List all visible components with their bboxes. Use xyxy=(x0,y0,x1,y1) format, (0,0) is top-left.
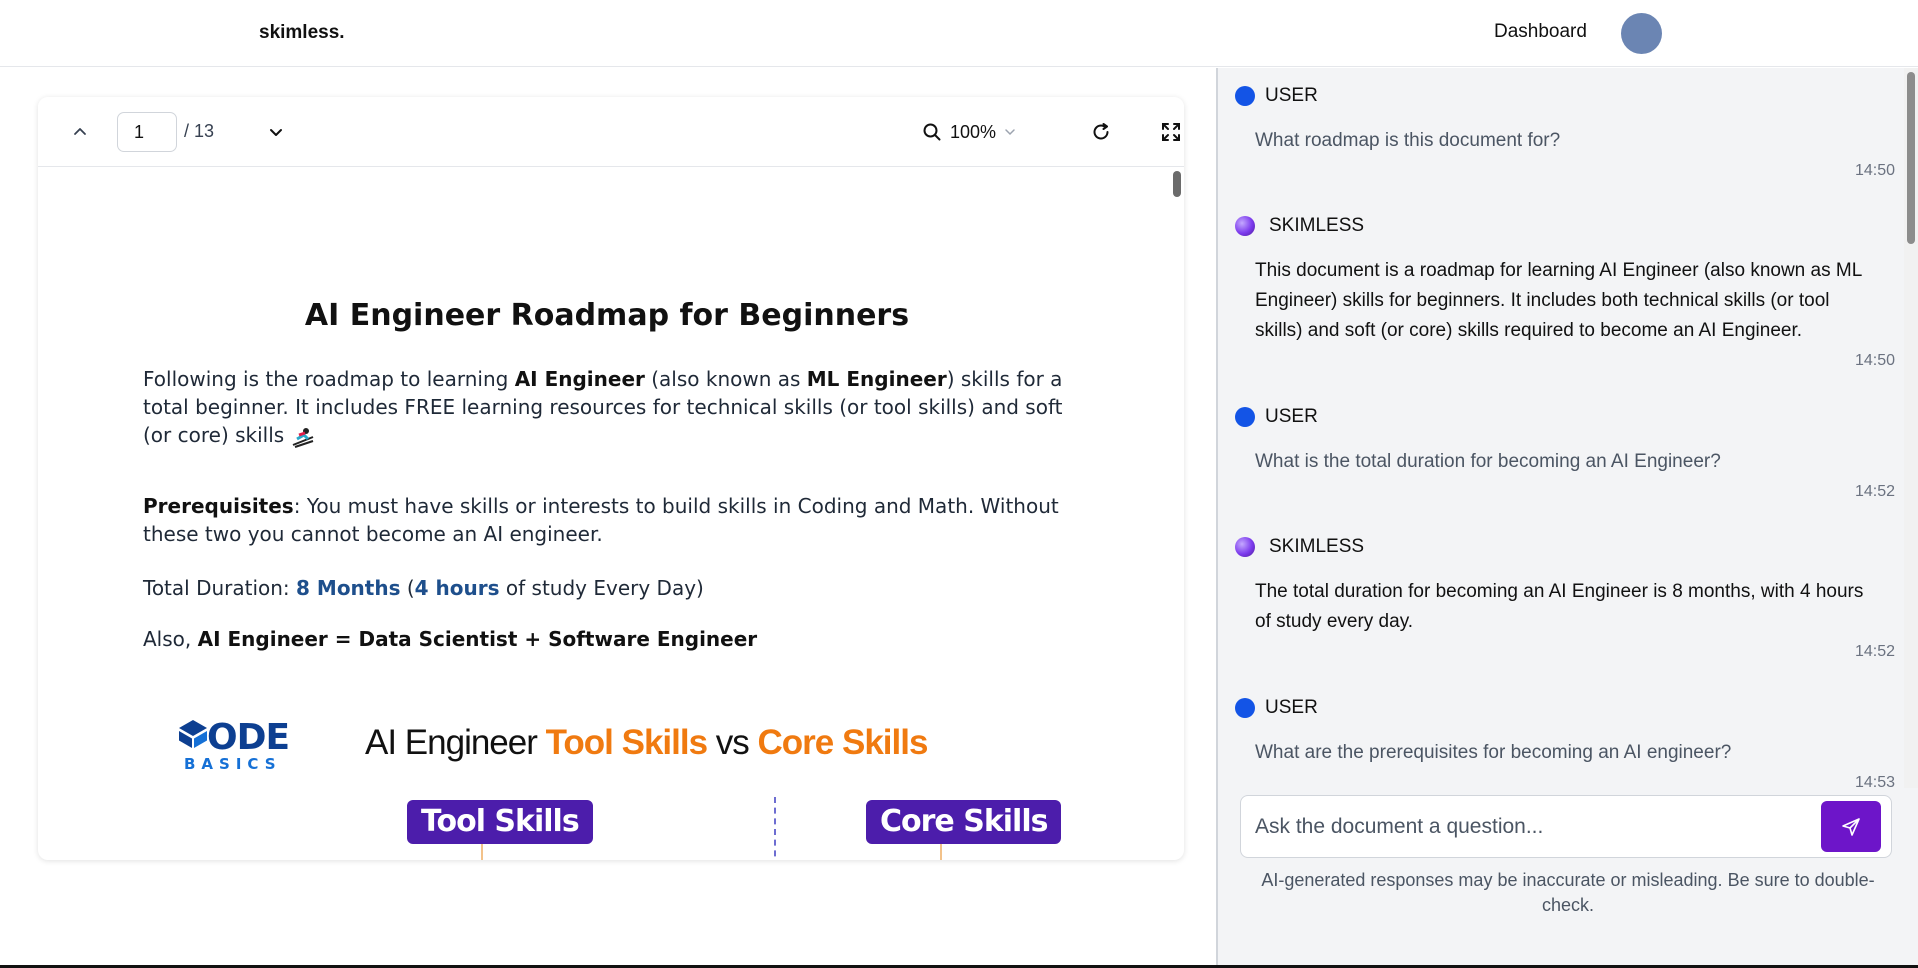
pdf-viewer: / 13 100% AI Engineer Roadmap for Beginn… xyxy=(38,97,1184,860)
tool-skills-connector xyxy=(481,844,483,860)
message-role: SKIMLESS xyxy=(1269,536,1365,557)
core-skills-connector xyxy=(940,844,942,860)
message-time: 14:52 xyxy=(1854,643,1895,660)
chat-message: USER What is the total duration for beco… xyxy=(1235,405,1895,501)
message-role: USER xyxy=(1265,85,1318,106)
intro-paragraph: Following is the roadmap to learning AI … xyxy=(143,367,1063,448)
top-navbar: skimless. Dashboard xyxy=(0,0,1918,67)
app-logo[interactable]: skimless. xyxy=(259,22,345,44)
message-text: The total duration for becoming an AI En… xyxy=(1255,581,1864,632)
chat-message: USER What roadmap is this document for? … xyxy=(1235,84,1895,180)
user-avatar[interactable] xyxy=(1621,13,1662,54)
user-dot-icon xyxy=(1235,86,1255,106)
chat-scrollbar[interactable] xyxy=(1904,68,1918,788)
message-text: What roadmap is this document for? xyxy=(1255,130,1561,151)
zoom-dropdown[interactable]: 100% xyxy=(922,114,1016,150)
previous-page-button[interactable] xyxy=(62,114,98,150)
search-icon xyxy=(923,123,941,141)
document-title: AI Engineer Roadmap for Beginners xyxy=(304,298,910,333)
chat-scrollbar-thumb[interactable] xyxy=(1907,72,1915,244)
chat-messages[interactable]: USER What roadmap is this document for? … xyxy=(1218,68,1918,788)
chevron-down-icon xyxy=(270,129,282,136)
message-time: 14:50 xyxy=(1854,352,1895,369)
chat-panel: USER What roadmap is this document for? … xyxy=(1216,68,1918,968)
prerequisites-paragraph: Prerequisites: You must have skills or i… xyxy=(143,494,1059,546)
message-role: USER xyxy=(1265,406,1318,427)
skills-infographic: ODE BASICS AI Engineer Tool Skills vs Co… xyxy=(143,697,1083,860)
message-role: SKIMLESS xyxy=(1269,215,1365,236)
message-role: USER xyxy=(1265,697,1318,718)
viewer-toolbar: / 13 100% xyxy=(38,97,1184,167)
user-dot-icon xyxy=(1235,407,1255,427)
message-text: This document is a roadmap for learning … xyxy=(1255,260,1862,341)
send-button[interactable] xyxy=(1821,801,1881,852)
user-dot-icon xyxy=(1235,698,1255,718)
message-text: What is the total duration for becoming … xyxy=(1255,451,1721,472)
codebasics-mark-icon xyxy=(179,720,207,748)
ai-disclaimer: AI-generated responses may be inaccurate… xyxy=(1261,870,1875,915)
assistant-dot-icon xyxy=(1235,537,1255,557)
core-skills-label: Core Skills xyxy=(866,800,1062,844)
refresh-icon xyxy=(1093,123,1109,140)
duration-paragraph: Total Duration: 8 Months (4 hours of stu… xyxy=(143,576,704,600)
message-time: 14:50 xyxy=(1854,162,1895,179)
message-text: What are the prerequisites for becoming … xyxy=(1255,742,1732,763)
nav-dashboard-link[interactable]: Dashboard xyxy=(1494,21,1587,43)
chat-message: SKIMLESS The total duration for becoming… xyxy=(1235,535,1895,661)
chevron-up-icon xyxy=(74,128,86,135)
page-total-label: / 13 xyxy=(184,121,215,141)
zoom-level: 100% xyxy=(950,121,997,142)
infographic-title: AI Engineer Tool Skills vs Core Skills xyxy=(365,723,928,762)
page-number-input[interactable] xyxy=(117,112,177,152)
codebasics-logo: ODE BASICS xyxy=(178,717,298,777)
send-icon xyxy=(1842,817,1860,836)
chat-message: SKIMLESS This document is a roadmap for … xyxy=(1235,214,1895,370)
document-page: AI Engineer Roadmap for Beginners Follow… xyxy=(38,167,1176,860)
question-input-box xyxy=(1240,795,1892,858)
tool-skills-label: Tool Skills xyxy=(407,800,593,844)
chevron-down-icon xyxy=(1005,129,1015,136)
fullscreen-icon xyxy=(1162,123,1180,141)
message-time: 14:52 xyxy=(1854,483,1895,500)
assistant-dot-icon xyxy=(1235,216,1255,236)
rotate-button[interactable] xyxy=(1083,114,1119,150)
chat-message: USER What are the prerequisites for beco… xyxy=(1235,696,1895,788)
fullscreen-button[interactable] xyxy=(1153,114,1184,150)
next-page-button[interactable] xyxy=(258,114,294,150)
infographic-divider xyxy=(774,797,776,860)
skier-emoji-icon xyxy=(291,427,315,448)
equation-paragraph: Also, AI Engineer = Data Scientist + Sof… xyxy=(143,627,758,651)
question-input[interactable] xyxy=(1255,808,1815,846)
message-time: 14:53 xyxy=(1854,774,1895,788)
